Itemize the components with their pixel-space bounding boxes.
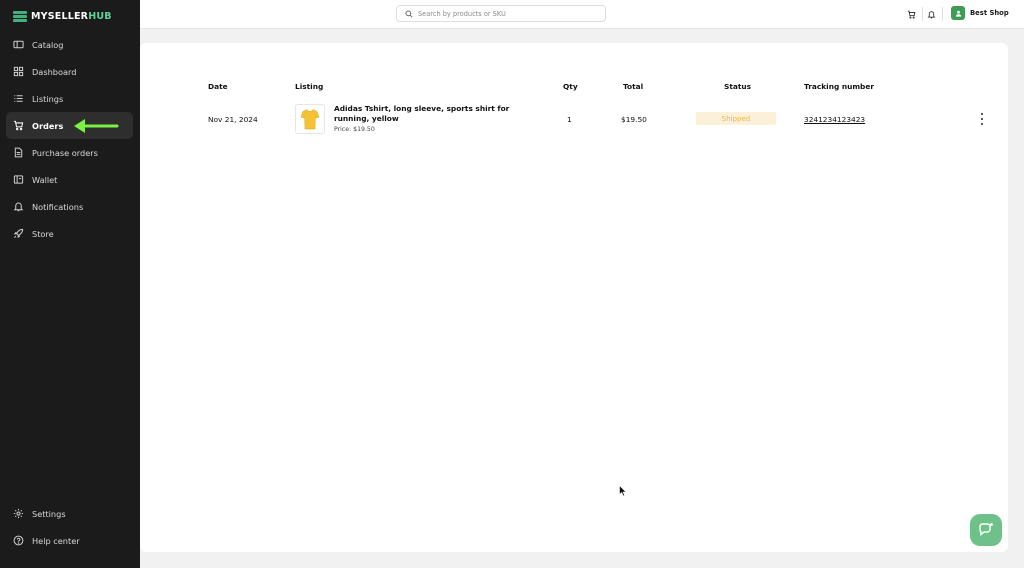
sidebar-item-catalog[interactable]: Catalog xyxy=(6,31,133,58)
order-total: $19.50 xyxy=(621,115,647,124)
status-badge: Shipped xyxy=(696,112,776,125)
sidebar-item-label: Dashboard xyxy=(32,66,77,77)
list-icon xyxy=(14,95,23,102)
sidebar-item-label: Store xyxy=(32,228,54,239)
column-header-tracking[interactable]: Tracking number xyxy=(804,82,874,91)
tracking-number-link[interactable]: 3241234123423 xyxy=(804,115,865,124)
document-icon xyxy=(14,147,23,158)
sidebar-item-purchase-orders[interactable]: Purchase orders xyxy=(6,139,133,166)
dashboard-icon xyxy=(13,66,24,77)
cart-icon xyxy=(13,120,24,131)
sidebar-item-help-center[interactable]: Help center xyxy=(6,527,133,554)
divider xyxy=(922,7,923,21)
gear-icon xyxy=(13,508,24,519)
sidebar-item-label: Notifications xyxy=(32,201,84,212)
column-header-total[interactable]: Total xyxy=(623,82,643,91)
sidebar-item-store[interactable]: Store xyxy=(6,220,133,247)
column-header-listing[interactable]: Listing xyxy=(295,82,323,91)
logo-text: MYSELLERHUB xyxy=(31,10,112,22)
sidebar-item-label: Help center xyxy=(32,535,80,546)
order-qty: 1 xyxy=(567,115,572,124)
user-icon xyxy=(955,10,961,17)
bell-icon xyxy=(13,202,24,212)
sidebar-item-listings[interactable]: Listings xyxy=(6,85,133,112)
column-header-date[interactable]: Date xyxy=(208,82,228,91)
sidebar-item-label: Orders xyxy=(32,120,64,131)
cart-button[interactable] xyxy=(904,7,918,21)
sidebar: MYSELLERHUB Catalog Dashboard Listings O… xyxy=(0,0,140,568)
mouse-cursor-icon xyxy=(619,485,627,497)
chat-icon xyxy=(979,523,993,536)
sidebar-item-wallet[interactable]: Wallet xyxy=(6,166,133,193)
logo-icon xyxy=(13,10,27,22)
column-header-qty[interactable]: Qty xyxy=(563,82,578,91)
sidebar-item-notifications[interactable]: Notifications xyxy=(6,193,133,220)
rocket-icon xyxy=(13,228,24,239)
tshirt-icon xyxy=(300,109,320,130)
shop-menu[interactable]: Best Shop xyxy=(951,6,1009,20)
sidebar-item-dashboard[interactable]: Dashboard xyxy=(6,58,133,85)
pointer-arrow-icon xyxy=(74,119,119,133)
app-logo[interactable]: MYSELLERHUB xyxy=(13,9,112,23)
column-header-status[interactable]: Status xyxy=(724,82,751,91)
order-date: Nov 21, 2024 xyxy=(208,115,258,124)
bell-icon xyxy=(927,10,935,18)
more-options-icon[interactable] xyxy=(976,112,988,126)
search-box[interactable] xyxy=(396,5,606,22)
sidebar-item-settings[interactable]: Settings xyxy=(6,500,133,527)
product-name[interactable]: Adidas Tshirt, long sleeve, sports shirt… xyxy=(334,104,539,123)
shop-name: Best Shop xyxy=(970,9,1009,17)
search-input[interactable] xyxy=(418,9,588,18)
chat-support-button[interactable] xyxy=(970,514,1002,546)
product-price: Price: $19.50 xyxy=(334,126,375,133)
sidebar-item-label: Settings xyxy=(32,508,66,519)
notifications-button[interactable] xyxy=(924,7,938,21)
orders-panel xyxy=(140,43,1008,552)
sidebar-item-label: Catalog xyxy=(32,39,64,50)
sidebar-item-label: Listings xyxy=(32,93,64,104)
catalog-icon xyxy=(13,40,24,49)
sidebar-item-label: Wallet xyxy=(32,174,58,185)
help-icon xyxy=(13,535,24,546)
divider xyxy=(942,7,943,21)
wallet-icon xyxy=(13,175,24,184)
search-icon xyxy=(405,9,413,18)
main-nav: Catalog Dashboard Listings Orders Purcha… xyxy=(6,31,133,247)
product-thumbnail[interactable] xyxy=(295,104,325,134)
secondary-nav: Settings Help center xyxy=(6,500,133,554)
cart-icon xyxy=(907,10,915,19)
sidebar-item-label: Purchase orders xyxy=(32,147,98,158)
avatar xyxy=(951,6,965,20)
top-bar: Best Shop xyxy=(140,0,1024,29)
